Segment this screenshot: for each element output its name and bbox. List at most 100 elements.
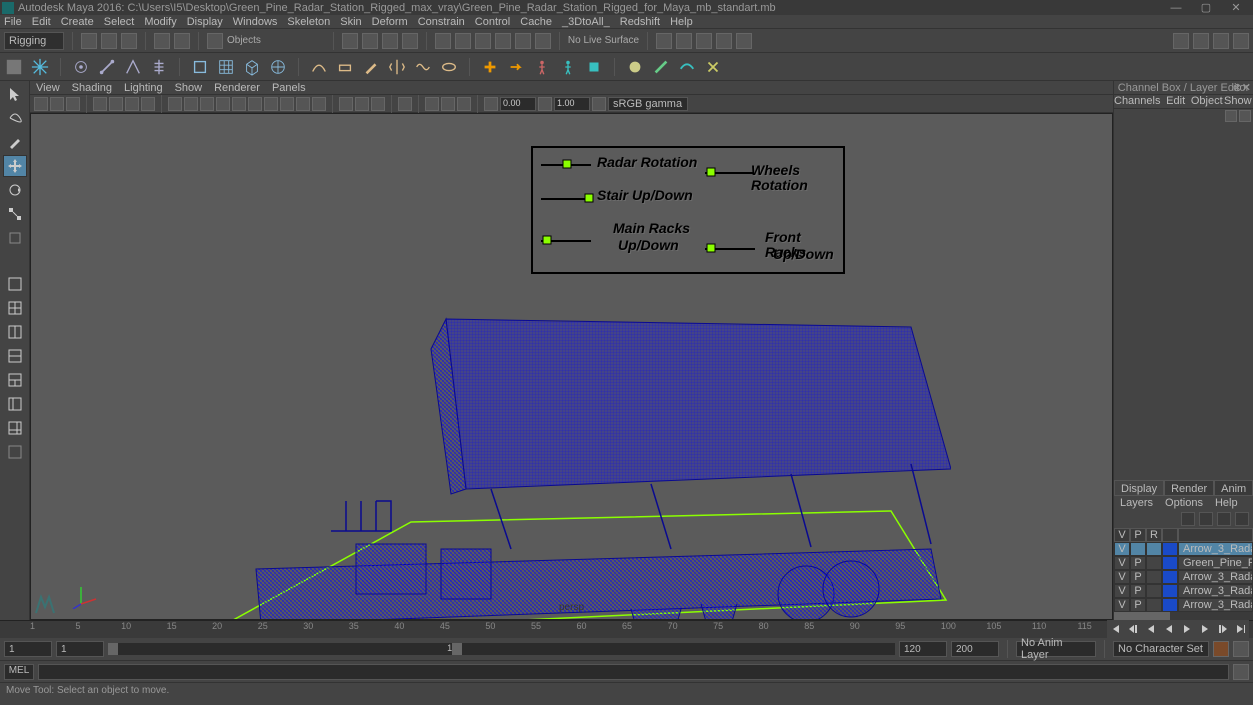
go-end-button[interactable] [1233, 621, 1249, 637]
go-start-button[interactable] [1107, 621, 1123, 637]
shelf-tool2-icon[interactable] [651, 57, 671, 77]
layer-playback-toggle[interactable]: P [1130, 584, 1146, 598]
vp-menu-view[interactable]: View [36, 82, 60, 94]
shelf-human-icon[interactable] [532, 57, 552, 77]
time-slider[interactable]: 1510152025303540455055606570758085909510… [0, 620, 1253, 638]
menu-skeleton[interactable]: Skeleton [287, 16, 330, 28]
history6-icon[interactable] [535, 33, 551, 49]
history3-icon[interactable] [475, 33, 491, 49]
range-start-field[interactable]: 1 [4, 641, 52, 657]
single-pane-icon[interactable] [3, 273, 27, 295]
two-pane-h-icon[interactable] [3, 345, 27, 367]
ipr-icon[interactable] [696, 33, 712, 49]
viewport-persp[interactable]: Radar Rotation Wheels Rotation Stair Up/… [30, 113, 1113, 620]
menu-select[interactable]: Select [104, 16, 135, 28]
layer-row[interactable]: VPArrow_3_Radar_contro [1114, 584, 1253, 598]
vp-shade1-icon[interactable] [168, 97, 182, 111]
save-scene-icon[interactable] [121, 33, 137, 49]
play-back-button[interactable] [1161, 621, 1177, 637]
new-scene-icon[interactable] [81, 33, 97, 49]
cb-tab-object[interactable]: Object [1191, 95, 1223, 108]
vp-iso-icon[interactable] [398, 97, 412, 111]
vp-shade8-icon[interactable] [280, 97, 294, 111]
shelf-arrow-icon[interactable] [506, 57, 526, 77]
step-fwd-key-button[interactable] [1215, 621, 1231, 637]
cb-icon1[interactable] [1225, 110, 1237, 122]
panel-toggle2-icon[interactable] [1193, 33, 1209, 49]
step-back-button[interactable] [1143, 621, 1159, 637]
play-button[interactable] [1179, 621, 1195, 637]
main-racks-handle[interactable] [543, 236, 552, 245]
script-pane-icon[interactable] [3, 441, 27, 463]
menu-edit[interactable]: Edit [32, 16, 51, 28]
history-icon[interactable] [435, 33, 451, 49]
vp-res-icon[interactable] [125, 97, 139, 111]
cb-tab-show[interactable]: Show [1223, 95, 1253, 108]
layer-color-swatch[interactable] [1162, 570, 1178, 584]
menu-file[interactable]: File [4, 16, 22, 28]
vp-shade4-icon[interactable] [216, 97, 230, 111]
range-handle-right[interactable] [452, 643, 462, 655]
shelf-hik-icon[interactable] [558, 57, 578, 77]
range-in-field[interactable]: 1 [56, 641, 104, 657]
layer-ref-toggle[interactable] [1146, 584, 1162, 598]
layer-color-swatch[interactable] [1162, 542, 1178, 556]
vp-camera-icon[interactable] [34, 97, 48, 111]
vp-shade10-icon[interactable] [312, 97, 326, 111]
shelf-wrap-icon[interactable] [268, 57, 288, 77]
menu-windows[interactable]: Windows [233, 16, 278, 28]
shelf-wire-icon[interactable] [413, 57, 433, 77]
vp-shade6-icon[interactable] [248, 97, 262, 111]
range-out-field[interactable]: 120 [899, 641, 947, 657]
panel-toggle4-icon[interactable] [1233, 33, 1249, 49]
layer-row[interactable]: VPGreen_Pine_Radar_Sta [1114, 556, 1253, 570]
shelf-tool3-icon[interactable] [677, 57, 697, 77]
layer-row[interactable]: VPArrow_3_Radar_bones [1114, 598, 1253, 612]
layer-ref-toggle[interactable] [1146, 598, 1162, 612]
anim-layer-dropdown[interactable]: No Anim Layer [1016, 641, 1096, 657]
menu-control[interactable]: Control [475, 16, 510, 28]
panel-toggle1-icon[interactable] [1173, 33, 1189, 49]
shelf-joint-icon[interactable] [71, 57, 91, 77]
history5-icon[interactable] [515, 33, 531, 49]
shelf-muscle-icon[interactable] [439, 57, 459, 77]
maximize-button[interactable]: ▢ [1191, 1, 1221, 14]
layer-playback-toggle[interactable] [1130, 542, 1146, 556]
range-handle-left[interactable] [108, 643, 118, 655]
layer-vis-toggle[interactable]: V [1114, 556, 1130, 570]
menu-deform[interactable]: Deform [372, 16, 408, 28]
shelf-smooth-icon[interactable] [309, 57, 329, 77]
shelf-tool4-icon[interactable] [703, 57, 723, 77]
select-tool[interactable] [3, 83, 27, 105]
menu-3dtoall[interactable]: _3DtoAll_ [562, 16, 610, 28]
vp-expose-icon[interactable] [484, 97, 498, 111]
render-settings-icon[interactable] [716, 33, 732, 49]
select-mode-icon[interactable] [207, 33, 223, 49]
layer-vis-toggle[interactable]: V [1114, 598, 1130, 612]
menu-redshift[interactable]: Redshift [620, 16, 660, 28]
autokey-icon[interactable] [1213, 641, 1229, 657]
cb-tab-edit[interactable]: Edit [1160, 95, 1190, 108]
vp-shade5-icon[interactable] [232, 97, 246, 111]
vp-xray2-icon[interactable] [441, 97, 455, 111]
layer-tab-display[interactable]: Display [1114, 480, 1164, 496]
layer-icon4[interactable] [1235, 512, 1249, 526]
channelbox-close-icon[interactable]: ⊗✕ [1233, 81, 1251, 94]
layer-tab-anim[interactable]: Anim [1214, 480, 1253, 496]
shelf-snowflake-icon[interactable] [30, 57, 50, 77]
shelf-cube-icon[interactable] [242, 57, 262, 77]
cb-tab-channels[interactable]: Channels [1114, 95, 1160, 108]
three-pane-icon[interactable] [3, 369, 27, 391]
layer-vis-toggle[interactable]: V [1114, 542, 1130, 556]
vp-xray3-icon[interactable] [457, 97, 471, 111]
layer-ref-toggle[interactable] [1146, 542, 1162, 556]
vp-menu-panels[interactable]: Panels [272, 82, 306, 94]
scale-tool[interactable] [3, 203, 27, 225]
range-slider[interactable]: 1 120 [108, 643, 895, 655]
layer-playback-toggle[interactable]: P [1130, 598, 1146, 612]
vp-menu-shading[interactable]: Shading [72, 82, 112, 94]
lasso-tool[interactable] [3, 107, 27, 129]
vp-menu-renderer[interactable]: Renderer [214, 82, 260, 94]
vp-shade3-icon[interactable] [200, 97, 214, 111]
graph-pane-icon[interactable] [3, 417, 27, 439]
